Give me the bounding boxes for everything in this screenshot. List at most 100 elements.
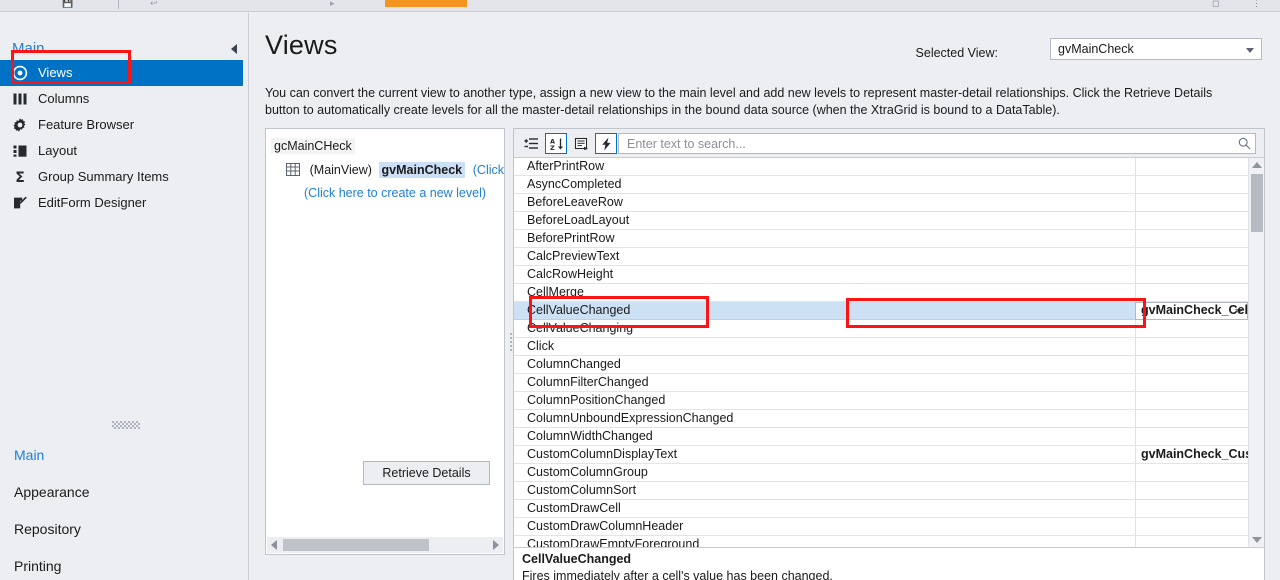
property-row-divider bbox=[1135, 410, 1136, 428]
property-row-name: AsyncCompleted bbox=[527, 177, 622, 191]
property-row[interactable]: BeforeLoadLayout bbox=[514, 212, 1248, 230]
alphabetical-icon[interactable]: A Z bbox=[545, 133, 567, 154]
selected-view-dropdown[interactable]: gvMainCheck bbox=[1050, 38, 1262, 60]
property-row-divider bbox=[1135, 158, 1136, 176]
property-row[interactable]: ColumnFilterChanged bbox=[514, 374, 1248, 392]
scroll-up-arrow-icon[interactable] bbox=[1252, 162, 1262, 168]
sidebar-item-views[interactable]: Views bbox=[0, 60, 243, 86]
property-row[interactable]: AfterPrintRow bbox=[514, 158, 1248, 176]
edit-form-icon bbox=[12, 195, 28, 211]
property-row[interactable]: ColumnUnboundExpressionChanged bbox=[514, 410, 1248, 428]
top-toolbar-strip: 💾 ↩ ▸ ◻ ⋮ bbox=[0, 0, 1280, 12]
sidebar-item-group-summary-items[interactable]: Σ Group Summary Items bbox=[0, 164, 243, 190]
tree-view-name[interactable]: gvMainCheck bbox=[378, 161, 466, 178]
sidebar-item-label: EditForm Designer bbox=[38, 195, 147, 210]
scroll-right-arrow-icon[interactable] bbox=[493, 540, 499, 550]
tree-mainview-label[interactable]: (MainView) bbox=[307, 161, 374, 178]
property-grid-rows: AfterPrintRow AsyncCompleted BeforeLeaveRo… bbox=[514, 158, 1248, 547]
property-row[interactable]: CustomColumnGroup bbox=[514, 464, 1248, 482]
sidebar-item-list: Views Columns Feature Browser Layout Σ G… bbox=[0, 60, 243, 216]
retrieve-details-button[interactable]: Retrieve Details bbox=[363, 461, 490, 485]
property-row[interactable]: BeforePrintRow bbox=[514, 230, 1248, 248]
property-row-name: CellValueChanged bbox=[527, 303, 631, 317]
property-row[interactable]: CustomColumnDisplayText gvMainCheck_Custo… bbox=[514, 446, 1248, 464]
property-row-divider bbox=[1135, 464, 1136, 482]
property-grid-vertical-scrollbar[interactable] bbox=[1248, 158, 1264, 547]
tree-horizontal-scrollbar[interactable] bbox=[267, 537, 503, 553]
sidebar-group-label: Appearance bbox=[14, 484, 90, 500]
toolbar-active-tab-accent bbox=[385, 0, 467, 7]
scroll-down-arrow-icon[interactable] bbox=[1252, 537, 1262, 543]
collapse-left-arrow-icon[interactable] bbox=[231, 44, 237, 54]
property-row[interactable]: CellMerge bbox=[514, 284, 1248, 302]
sidebar-item-editform-designer[interactable]: EditForm Designer bbox=[0, 190, 243, 216]
property-row-selected[interactable]: CellValueChanged gvMainCheck_CellValueCha… bbox=[514, 302, 1248, 320]
property-row-divider bbox=[1135, 320, 1136, 338]
property-row-divider bbox=[1135, 212, 1136, 230]
toolbar-separator bbox=[118, 0, 119, 9]
property-row-name: AfterPrintRow bbox=[527, 159, 605, 173]
property-row-divider bbox=[1135, 194, 1136, 212]
sidebar-item-columns[interactable]: Columns bbox=[0, 86, 243, 112]
sidebar-item-label: Columns bbox=[38, 91, 90, 106]
sidebar-item-feature-browser[interactable]: Feature Browser bbox=[0, 112, 243, 138]
toolbar-glyph-run-icon[interactable]: ▸ bbox=[330, 0, 335, 8]
layout-icon bbox=[12, 143, 28, 159]
categorized-icon[interactable] bbox=[520, 133, 542, 154]
property-row-name: BeforeLoadLayout bbox=[527, 213, 630, 227]
sidebar-splitter-grip[interactable] bbox=[112, 421, 140, 429]
svg-text:Z: Z bbox=[550, 144, 555, 151]
property-row-name: CustomDrawColumnHeader bbox=[527, 519, 684, 533]
property-row[interactable]: CalcPreviewText bbox=[514, 248, 1248, 266]
sidebar-item-layout[interactable]: Layout bbox=[0, 138, 243, 164]
toolbar-glyph-window-icon[interactable]: ◻ bbox=[1212, 0, 1219, 8]
property-row[interactable]: CalcRowHeight bbox=[514, 266, 1248, 284]
property-row-divider bbox=[1135, 392, 1136, 410]
vscroll-thumb[interactable] bbox=[1251, 174, 1263, 232]
sidebar-group-printing[interactable]: Printing bbox=[0, 548, 249, 580]
property-row-divider bbox=[1135, 266, 1136, 284]
property-row-name: ColumnFilterChanged bbox=[527, 375, 649, 389]
property-row[interactable]: BeforeLeaveRow bbox=[514, 194, 1248, 212]
property-row[interactable]: AsyncCompleted bbox=[514, 176, 1248, 194]
tree-hscroll-thumb[interactable] bbox=[283, 539, 429, 551]
property-grid-panel: A Z Enter text to search... AfterPrintRo… bbox=[513, 128, 1265, 580]
property-description-title: CellValueChanged bbox=[522, 552, 632, 566]
property-row-divider bbox=[1135, 536, 1136, 547]
property-row[interactable]: Click bbox=[514, 338, 1248, 356]
property-row-divider bbox=[1135, 230, 1136, 248]
property-row[interactable]: CellValueChanging bbox=[514, 320, 1248, 338]
property-row-name: CustomColumnSort bbox=[527, 483, 637, 497]
property-grid-toolbar: A Z bbox=[514, 129, 1264, 158]
property-description-text: Fires immediately after a cell's value h… bbox=[522, 569, 833, 580]
property-row-name: Click bbox=[527, 339, 555, 353]
toolbar-glyph-save-icon[interactable]: 💾 bbox=[62, 0, 73, 8]
property-search-box[interactable] bbox=[618, 133, 1256, 154]
property-row[interactable]: ColumnPositionChanged bbox=[514, 392, 1248, 410]
property-row[interactable]: ColumnWidthChanged bbox=[514, 428, 1248, 446]
property-row-name: CalcPreviewText bbox=[527, 249, 620, 263]
tree-create-new-level-link[interactable]: (Click here to create a new level) bbox=[304, 186, 486, 200]
property-row[interactable]: CustomDrawEmptyForeground bbox=[514, 536, 1248, 547]
toolbar-glyph-more-icon[interactable]: ⋮ bbox=[1252, 0, 1261, 8]
property-row-divider bbox=[1135, 500, 1136, 518]
chevron-down-icon bbox=[1246, 48, 1254, 53]
property-row[interactable]: CustomDrawCell bbox=[514, 500, 1248, 518]
search-icon[interactable] bbox=[1238, 137, 1251, 150]
property-row[interactable]: ColumnChanged bbox=[514, 356, 1248, 374]
sidebar-group-main[interactable]: Main bbox=[0, 437, 249, 474]
property-row-divider bbox=[1135, 428, 1136, 446]
property-row[interactable]: CustomDrawColumnHeader bbox=[514, 518, 1248, 536]
property-row-name: CustomDrawCell bbox=[527, 501, 621, 515]
page-title: Views bbox=[265, 30, 338, 60]
search-input[interactable] bbox=[625, 134, 1225, 153]
property-row[interactable]: CustomColumnSort bbox=[514, 482, 1248, 500]
sidebar-group-repository[interactable]: Repository bbox=[0, 511, 249, 548]
toolbar-glyph-undo-icon[interactable]: ↩ bbox=[150, 0, 158, 8]
scroll-left-arrow-icon[interactable] bbox=[271, 540, 277, 550]
columns-icon bbox=[12, 91, 28, 107]
events-icon[interactable] bbox=[595, 133, 617, 154]
tree-root-node[interactable]: gcMainCHeck bbox=[271, 138, 355, 154]
sidebar-group-appearance[interactable]: Appearance bbox=[0, 474, 249, 511]
properties-icon[interactable] bbox=[570, 133, 592, 154]
